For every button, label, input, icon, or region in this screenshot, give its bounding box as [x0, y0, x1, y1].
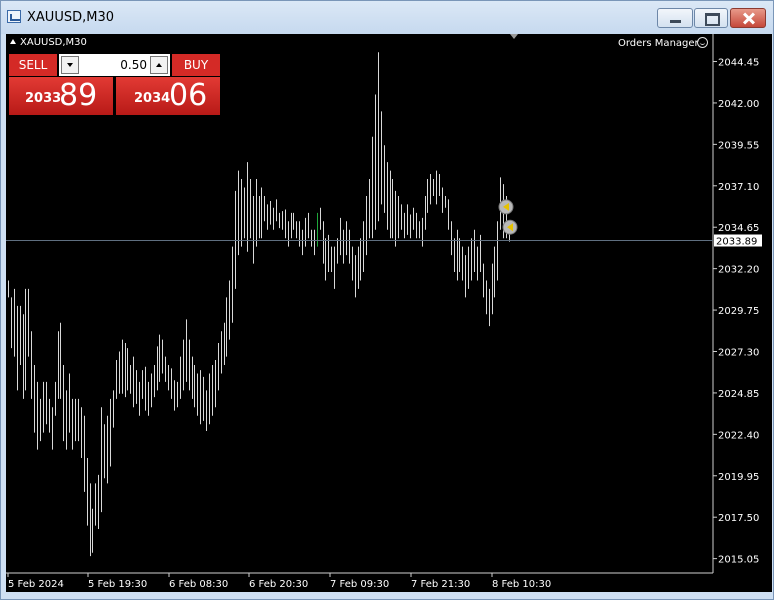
buy-button[interactable]: BUY	[172, 54, 220, 76]
one-click-trading-panel: SELL 0.50 BUY 2033 89 2034 06	[9, 54, 220, 115]
maximize-button[interactable]	[694, 8, 728, 28]
y-tick-label: 2019.95	[718, 472, 759, 483]
smiley-icon[interactable]	[697, 37, 708, 48]
x-tick-label: 6 Feb 08:30	[169, 579, 228, 590]
lot-size-control[interactable]: 0.50	[59, 54, 170, 76]
y-tick-label: 2042.00	[718, 99, 759, 110]
lot-decrease-icon[interactable]	[61, 56, 79, 74]
sell-price-major: 2033	[25, 91, 62, 106]
sell-price-minor: 89	[59, 78, 98, 113]
sell-button[interactable]: SELL	[9, 54, 57, 76]
y-tick-label: 2044.45	[718, 58, 759, 69]
buy-price-minor: 06	[169, 78, 208, 113]
mt-chart-window: XAUUSD,M30 2044.45 2042.00 2039.55 2037.10 2…	[0, 0, 774, 600]
title-bar[interactable]: XAUUSD,M30	[1, 1, 773, 34]
minimize-button[interactable]	[657, 8, 693, 28]
symbol-label-text: XAUUSD,M30	[20, 37, 87, 48]
symbol-label[interactable]: XAUUSD,M30	[10, 37, 87, 48]
y-tick-label: 2034.65	[718, 223, 759, 234]
x-tick-label: 5 Feb 19:30	[88, 579, 147, 590]
collapse-triangle-icon[interactable]	[10, 39, 16, 44]
y-tick-label: 2039.55	[718, 140, 759, 151]
sell-price-button[interactable]: 2033 89	[9, 77, 113, 115]
y-tick-label: 2029.75	[718, 306, 759, 317]
buy-price-major: 2034	[134, 91, 171, 106]
window-title: XAUUSD,M30	[27, 10, 114, 25]
lot-increase-icon[interactable]	[150, 56, 168, 74]
x-tick-label: 8 Feb 10:30	[492, 579, 551, 590]
x-tick-label: 5 Feb 2024	[8, 579, 64, 590]
y-tick-label: 2017.50	[718, 513, 759, 524]
chart-shift-marker-icon[interactable]	[510, 34, 518, 39]
y-tick-label: 2015.05	[718, 555, 759, 566]
y-tick-label: 2032.20	[718, 265, 759, 276]
y-tick-label: 2027.30	[718, 347, 759, 358]
y-tick-label: 2024.85	[718, 389, 759, 400]
orders-manager-label[interactable]: Orders Manager	[618, 38, 699, 49]
current-price-label: 2033.89	[716, 237, 757, 248]
chart-window-icon[interactable]	[7, 10, 21, 23]
x-tick-label: 7 Feb 21:30	[411, 579, 470, 590]
x-tick-label: 6 Feb 20:30	[249, 579, 308, 590]
price-chart-canvas[interactable]: 2044.45 2042.00 2039.55 2037.10 2034.65 2032.…	[6, 34, 772, 592]
close-button[interactable]	[730, 8, 766, 28]
x-tick-label: 7 Feb 09:30	[330, 579, 389, 590]
y-tick-label: 2037.10	[718, 182, 759, 193]
price-chart[interactable]: 2044.45 2042.00 2039.55 2037.10 2034.65 2032.…	[6, 34, 772, 592]
y-tick-label: 2022.40	[718, 430, 759, 441]
buy-price-button[interactable]: 2034 06	[116, 77, 220, 115]
lot-size-input[interactable]: 0.50	[81, 54, 147, 76]
